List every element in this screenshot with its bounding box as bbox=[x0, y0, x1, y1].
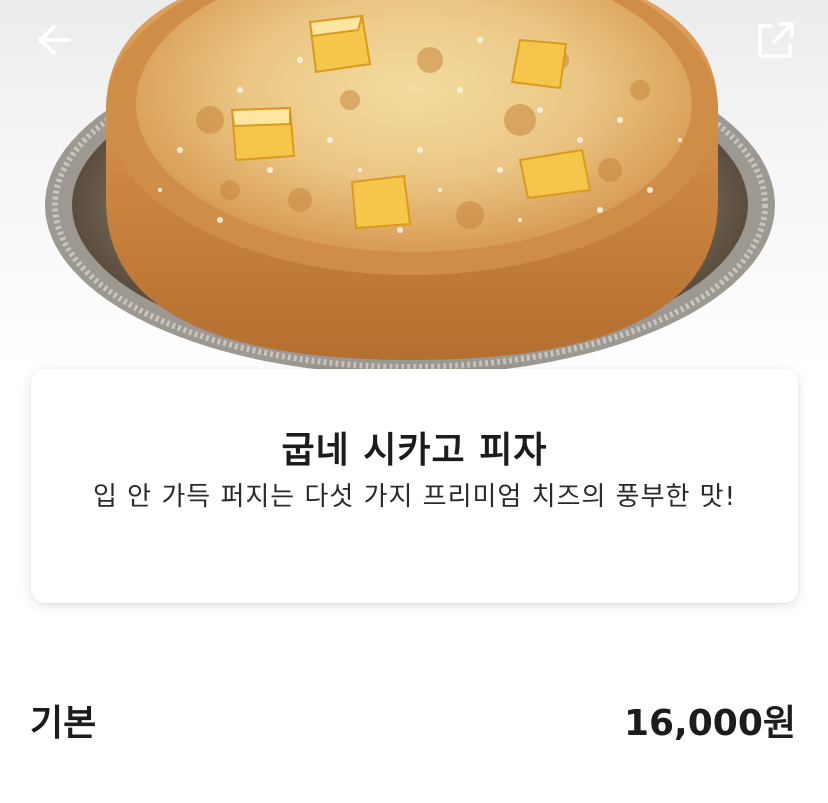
option-row-basic[interactable]: 기본 16,000원 bbox=[30, 692, 796, 748]
pizza-photo bbox=[45, 0, 775, 372]
share-button[interactable] bbox=[752, 16, 800, 64]
product-hero-image bbox=[0, 0, 828, 372]
share-external-icon bbox=[758, 22, 794, 58]
option-price: 16,000원 bbox=[623, 703, 796, 744]
option-label: 기본 bbox=[30, 703, 97, 744]
back-button[interactable] bbox=[30, 16, 78, 64]
product-info-card: 굽네 시카고 피자 입 안 가득 퍼지는 다섯 가지 프리미엄 치즈의 풍부한 … bbox=[31, 369, 798, 603]
product-name: 굽네 시카고 피자 bbox=[281, 430, 548, 471]
arrow-left-icon bbox=[38, 25, 71, 55]
product-description: 입 안 가득 퍼지는 다섯 가지 프리미엄 치즈의 풍부한 맛! bbox=[92, 482, 737, 512]
product-detail-screen: 굽네 시카고 피자 입 안 가득 퍼지는 다섯 가지 프리미엄 치즈의 풍부한 … bbox=[0, 0, 828, 803]
